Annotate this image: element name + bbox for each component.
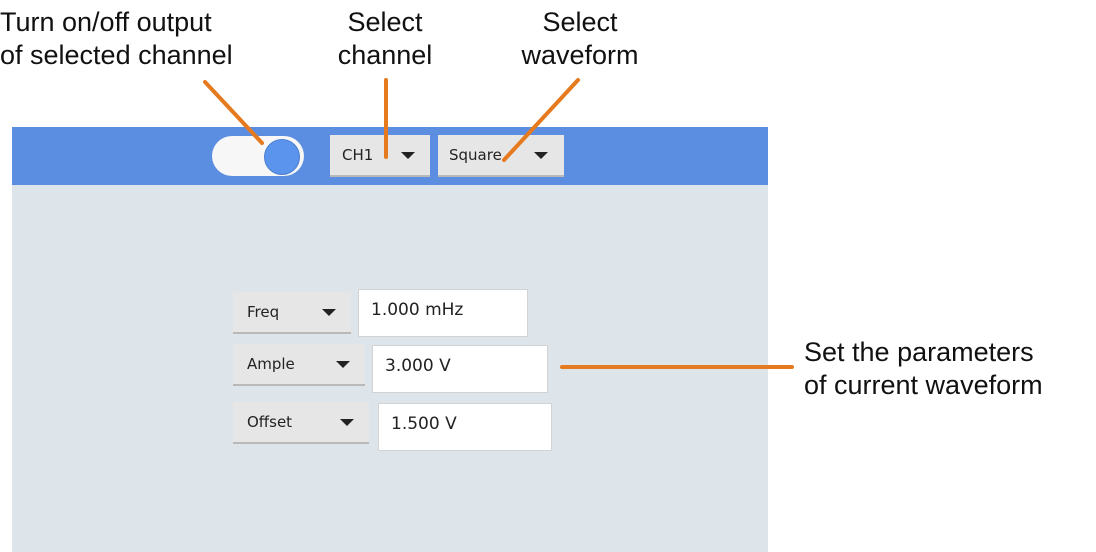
leader-line-toggle bbox=[203, 80, 264, 145]
leader-lines bbox=[203, 78, 794, 369]
leader-line-waveform bbox=[502, 78, 580, 162]
